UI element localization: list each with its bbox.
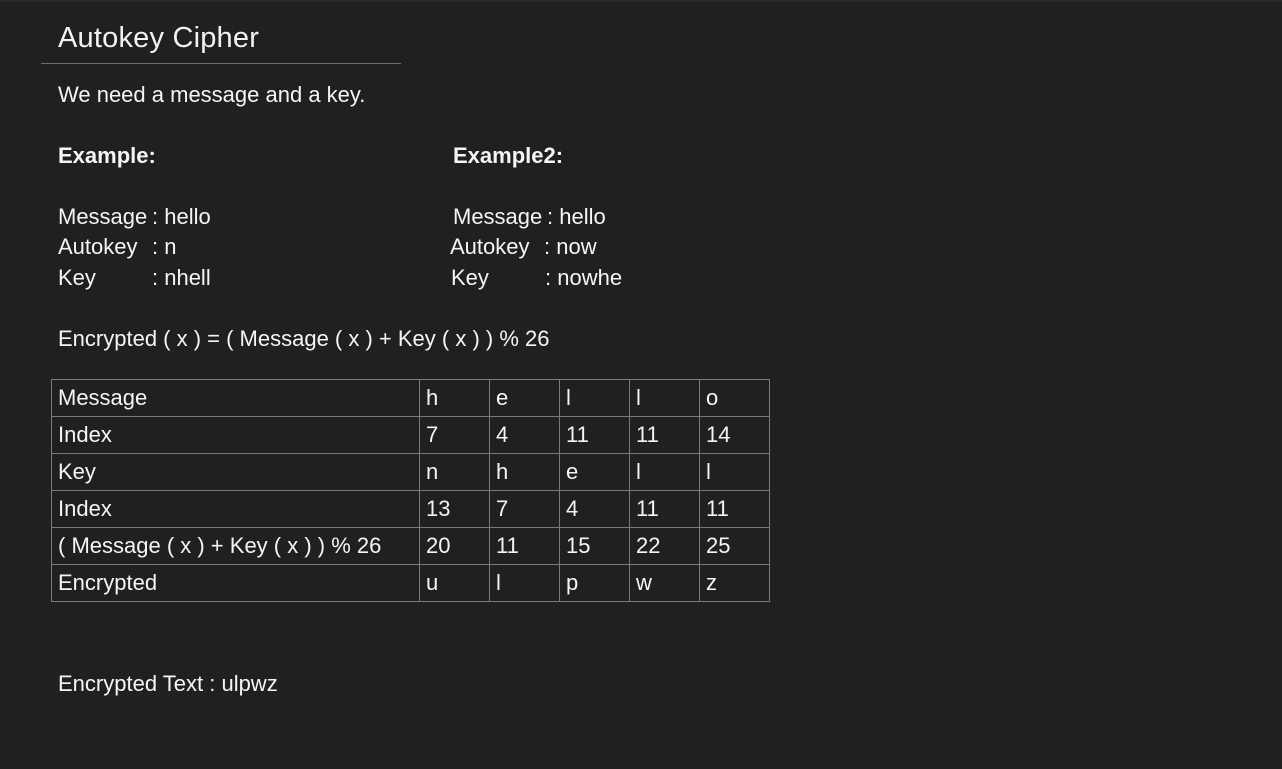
table-cell: 20 bbox=[419, 527, 490, 565]
table-cell: 11 bbox=[629, 416, 700, 454]
table-row: Message h e l l o bbox=[51, 379, 770, 417]
table-cell: h bbox=[489, 453, 560, 491]
row-label: Index bbox=[51, 416, 420, 454]
table-cell: l bbox=[489, 564, 560, 602]
table-cell: u bbox=[419, 564, 490, 602]
table-cell: l bbox=[559, 379, 630, 417]
title-divider bbox=[41, 63, 401, 64]
example1-heading: Example: bbox=[58, 143, 156, 168]
example2-key-value: : nowhe bbox=[545, 265, 623, 290]
row-label: Index bbox=[51, 490, 420, 528]
cipher-table: Message h e l l o Index 7 4 11 11 14 Key… bbox=[51, 379, 770, 602]
table-cell: 7 bbox=[419, 416, 490, 454]
example2-message-label: Message bbox=[453, 204, 543, 229]
example2-message-value: : hello bbox=[547, 204, 606, 229]
example1-autokey-value: : n bbox=[152, 234, 177, 259]
intro-text: We need a message and a key. bbox=[58, 82, 366, 107]
example2-message-line: Message: hello bbox=[453, 203, 606, 231]
table-cell: h bbox=[419, 379, 490, 417]
table-cell: e bbox=[489, 379, 560, 417]
example2-key-line: Key : nowhe bbox=[451, 264, 622, 292]
table-cell: 11 bbox=[489, 527, 560, 565]
slide-canvas: Autokey Cipher We need a message and a k… bbox=[0, 0, 1282, 769]
table-cell: 14 bbox=[699, 416, 770, 454]
example1-key-value: : nhell bbox=[152, 265, 211, 290]
row-label: Encrypted bbox=[51, 564, 420, 602]
table-cell: 11 bbox=[699, 490, 770, 528]
table-row: Index 7 4 11 11 14 bbox=[51, 416, 770, 454]
example1-key-label: Key bbox=[58, 265, 96, 290]
formula-text: Encrypted ( x ) = ( Message ( x ) + Key … bbox=[58, 326, 550, 351]
table-row: Key n h e l l bbox=[51, 453, 770, 491]
row-label: ( Message ( x ) + Key ( x ) ) % 26 bbox=[51, 527, 420, 565]
table-cell: 4 bbox=[559, 490, 630, 528]
table-cell: 11 bbox=[629, 490, 700, 528]
example1-autokey-line: Autokey : n bbox=[58, 233, 176, 261]
example1-autokey-label: Autokey bbox=[58, 234, 138, 259]
table-cell: z bbox=[699, 564, 770, 602]
table-cell: 25 bbox=[699, 527, 770, 565]
table-cell: n bbox=[419, 453, 490, 491]
table-cell: 13 bbox=[419, 490, 490, 528]
table-cell: p bbox=[559, 564, 630, 602]
table-cell: o bbox=[699, 379, 770, 417]
row-label: Message bbox=[51, 379, 420, 417]
example2-autokey-value: : now bbox=[544, 234, 597, 259]
table-cell: 4 bbox=[489, 416, 560, 454]
example1-message-value: : hello bbox=[152, 204, 211, 229]
table-row: Encrypted u l p w z bbox=[51, 564, 770, 602]
table-cell: l bbox=[629, 453, 700, 491]
example1-message-label: Message bbox=[58, 204, 148, 229]
example2-key-label: Key bbox=[451, 265, 489, 290]
page-title: Autokey Cipher bbox=[58, 22, 260, 54]
example1-message-line: Message: hello bbox=[58, 203, 211, 231]
example1-key-line: Key : nhell bbox=[58, 264, 211, 292]
table-cell: 22 bbox=[629, 527, 700, 565]
table-cell: 7 bbox=[489, 490, 560, 528]
row-label: Key bbox=[51, 453, 420, 491]
table-cell: 11 bbox=[559, 416, 630, 454]
table-row: Index 13 7 4 11 11 bbox=[51, 490, 770, 528]
table-cell: l bbox=[629, 379, 700, 417]
example2-autokey-line: Autokey : now bbox=[450, 233, 597, 261]
example2-autokey-label: Autokey bbox=[450, 234, 530, 259]
table-cell: e bbox=[559, 453, 630, 491]
table-cell: l bbox=[699, 453, 770, 491]
table-row: ( Message ( x ) + Key ( x ) ) % 26 20 11… bbox=[51, 527, 770, 565]
table-cell: 15 bbox=[559, 527, 630, 565]
encrypted-text-result: Encrypted Text : ulpwz bbox=[58, 671, 278, 696]
table-cell: w bbox=[629, 564, 700, 602]
example2-heading: Example2: bbox=[453, 143, 564, 168]
